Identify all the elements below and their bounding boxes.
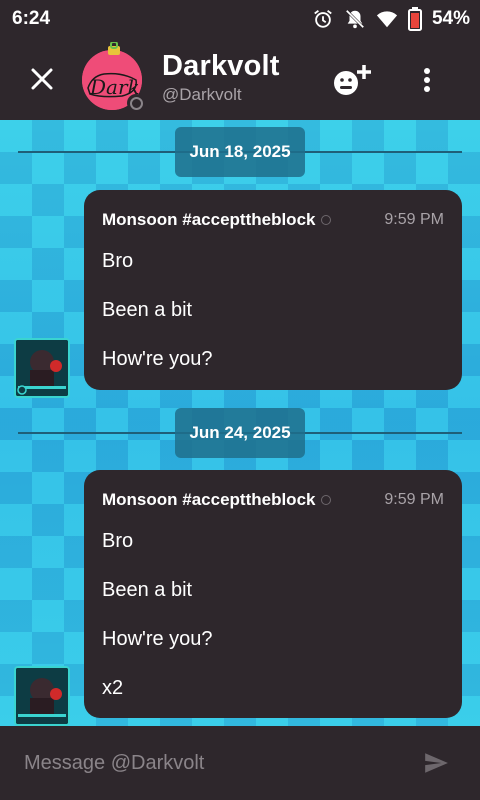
crown-icon xyxy=(108,42,120,55)
user-handle: @Darkvolt xyxy=(162,85,242,104)
sender-avatar-image xyxy=(16,340,68,396)
battery-percent: 54% xyxy=(431,8,470,29)
chat-area[interactable]: Jun 18, 2025 Monsoon #accepttheblock 9:5… xyxy=(0,120,480,726)
date-pill: Jun 24, 2025 xyxy=(175,408,305,458)
alarm-icon xyxy=(312,8,334,30)
user-name: Darkvolt xyxy=(162,50,280,82)
chat-header: Dark Darkvolt @Darkvolt xyxy=(0,38,480,120)
add-person-icon xyxy=(334,65,371,95)
more-options-button[interactable] xyxy=(410,60,444,100)
message-text: Been a bit xyxy=(102,299,193,321)
close-icon xyxy=(31,68,53,90)
add-to-group-button[interactable] xyxy=(330,60,374,100)
message-bubble[interactable]: Monsoon #accepttheblock 9:59 PM Bro Been… xyxy=(84,470,462,718)
date-divider: Jun 24, 2025 xyxy=(18,408,462,458)
sender-avatar[interactable] xyxy=(14,338,70,398)
status-time: 6:24 xyxy=(12,8,51,29)
message-time: 9:59 PM xyxy=(384,211,444,228)
author-status-icon xyxy=(321,215,332,225)
send-button[interactable] xyxy=(416,743,456,783)
sender-avatar[interactable] xyxy=(14,666,70,726)
message-text: Bro xyxy=(102,250,134,272)
avatar[interactable]: Dark xyxy=(82,42,146,112)
close-button[interactable] xyxy=(0,38,84,120)
notifications-off-icon xyxy=(344,8,366,30)
send-icon xyxy=(425,753,448,773)
more-vertical-icon xyxy=(424,68,430,92)
message-author[interactable]: Monsoon #accepttheblock xyxy=(102,210,315,230)
message-header: Monsoon #accepttheblock 9:59 PM xyxy=(102,490,444,510)
battery-icon xyxy=(407,7,422,31)
message-text: How're you? xyxy=(102,628,213,650)
wifi-icon xyxy=(376,9,398,29)
status-bar: 6:24 54% xyxy=(0,0,480,38)
sender-avatar-image xyxy=(16,668,68,724)
status-icons: 54% xyxy=(312,7,470,31)
message-author[interactable]: Monsoon #accepttheblock xyxy=(102,490,315,510)
message-bubble[interactable]: Monsoon #accepttheblock 9:59 PM Bro Been… xyxy=(84,190,462,390)
author-status-icon xyxy=(321,495,332,505)
title-block: Darkvolt @Darkvolt xyxy=(162,50,280,105)
message-text: Bro xyxy=(102,530,134,552)
message-composer xyxy=(0,726,480,800)
date-divider: Jun 18, 2025 xyxy=(18,127,462,177)
status-indicator xyxy=(127,94,145,112)
message-text: How're you? xyxy=(102,348,213,370)
message-text: x2 xyxy=(102,677,124,699)
message-header: Monsoon #accepttheblock 9:59 PM xyxy=(102,210,444,230)
message-input[interactable] xyxy=(24,751,416,775)
message-time: 9:59 PM xyxy=(384,491,444,508)
date-pill: Jun 18, 2025 xyxy=(175,127,305,177)
message-text: Been a bit xyxy=(102,579,193,601)
